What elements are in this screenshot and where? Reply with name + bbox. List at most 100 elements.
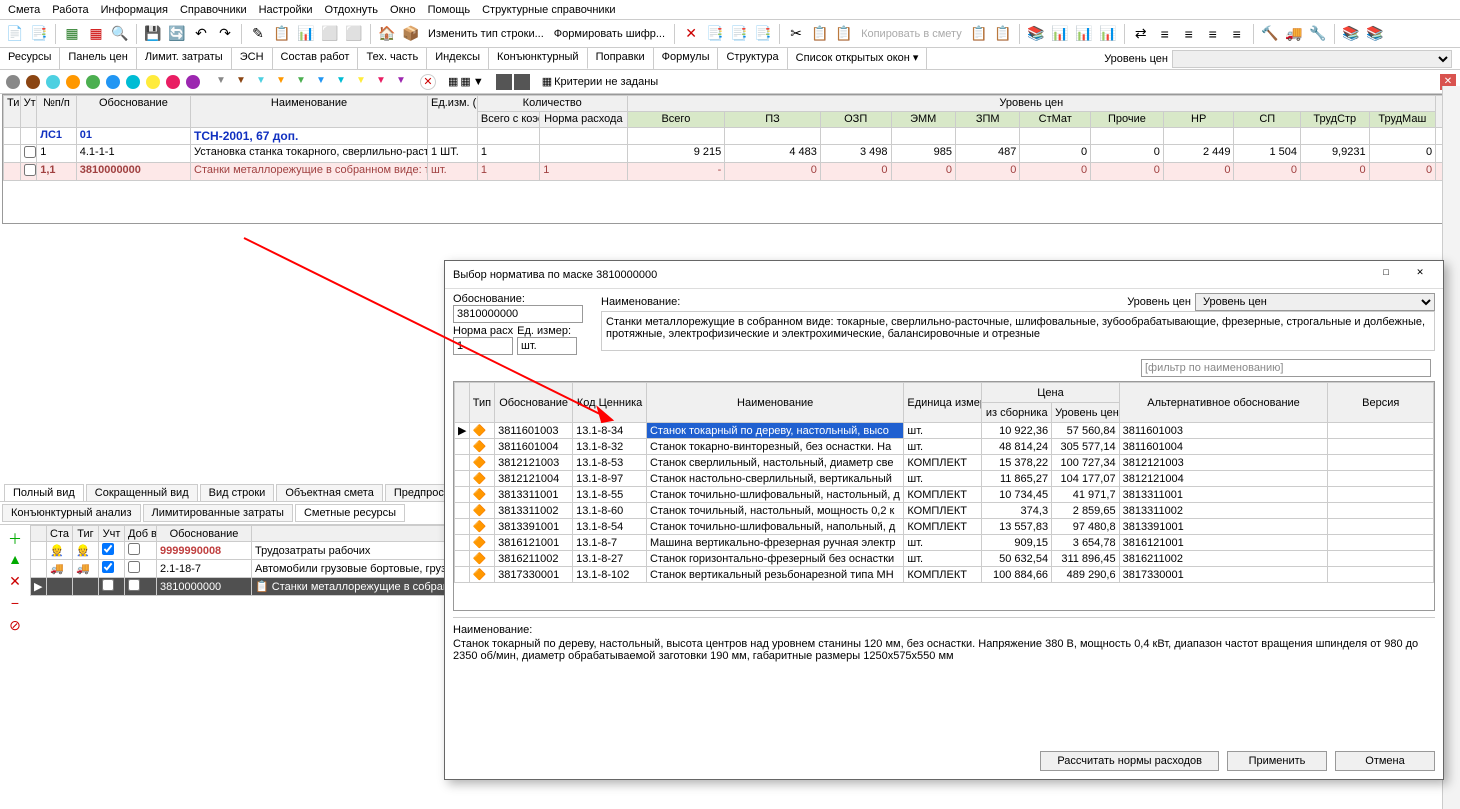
tab-limit[interactable]: Лимит. затраты	[137, 48, 232, 69]
dlg-filter-input[interactable]	[1141, 359, 1431, 377]
tab-formuly[interactable]: Формулы	[654, 48, 719, 69]
viewtab-short[interactable]: Сокращенный вид	[86, 484, 198, 501]
menu-rest[interactable]: Отдохнуть	[325, 4, 379, 16]
subtab-resources[interactable]: Сметные ресурсы	[295, 504, 405, 522]
color-circle[interactable]	[106, 75, 120, 89]
tb-icon-excel[interactable]: ▦	[61, 23, 83, 45]
hdr-ut[interactable]: Ут	[20, 96, 37, 128]
tb-icon-book[interactable]: 📚	[1025, 23, 1047, 45]
dlg-ed-input[interactable]	[517, 337, 577, 355]
tb-icon-p[interactable]: ⇄	[1130, 23, 1152, 45]
tb-change-type[interactable]: Изменить тип строки...	[424, 28, 548, 40]
menu-smeta[interactable]: Смета	[8, 4, 40, 16]
tb-copy-to-smeta[interactable]: Копировать в смету	[857, 28, 966, 40]
dlg-row[interactable]: 🔶381212100313.1-8-53Станок сверлильный, …	[455, 455, 1434, 471]
hdr-vsego-s[interactable]: Всего с коэф.	[477, 112, 539, 128]
tb-icon-k[interactable]: 📋	[968, 23, 990, 45]
main-grid[interactable]: Ти Ут №п/п Обоснование Наименование Ед.и…	[2, 94, 1458, 224]
dlg-row[interactable]: 🔶381212100413.1-8-97Станок настольно-све…	[455, 471, 1434, 487]
res-stop-icon[interactable]: ⊘	[6, 617, 24, 635]
criteria-icon[interactable]: ▦	[542, 75, 552, 88]
hdr-sp[interactable]: СП	[1234, 112, 1301, 128]
tb-icon-undo[interactable]: ↶	[190, 23, 212, 45]
viewtab-full[interactable]: Полный вид	[4, 484, 84, 501]
hdr-qty[interactable]: Количество	[477, 96, 627, 112]
tb-icon-t[interactable]: ≡	[1226, 23, 1248, 45]
dlg-cancel-button[interactable]: Отмена	[1335, 751, 1435, 771]
tab-struct[interactable]: Структура	[718, 48, 787, 69]
hdr-pz[interactable]: ПЗ	[725, 112, 821, 128]
hdr-nr[interactable]: НР	[1163, 112, 1234, 128]
tb-icon-n[interactable]: 📊	[1073, 23, 1095, 45]
view-icon-1[interactable]: ▦	[448, 75, 458, 88]
filter-funnel[interactable]: ▼	[234, 75, 248, 89]
tb-icon-c[interactable]: 📊	[295, 23, 317, 45]
color-circle[interactable]	[6, 75, 20, 89]
dialog-close-button[interactable]: ✕	[1405, 265, 1435, 285]
color-circle[interactable]	[166, 75, 180, 89]
tb-icon-x[interactable]: 📚	[1340, 23, 1362, 45]
tb-icon-paste[interactable]: 📋	[833, 23, 855, 45]
color-circle[interactable]	[86, 75, 100, 89]
dlghdr-ed[interactable]: Единица измерения	[904, 383, 982, 423]
dlg-norma-input[interactable]	[453, 337, 513, 355]
level-dropdown[interactable]	[1172, 50, 1452, 68]
filter-funnel[interactable]: ▼	[314, 75, 328, 89]
dlghdr-ver[interactable]: Версия	[1328, 383, 1434, 423]
tb-icon-copy[interactable]: 📋	[809, 23, 831, 45]
dlghdr-name[interactable]: Наименование	[646, 383, 903, 423]
res-minus-icon[interactable]: −	[6, 595, 24, 613]
reshdr-ucht[interactable]: Учт	[99, 526, 125, 542]
filter-funnel[interactable]: ▼	[274, 75, 288, 89]
tb-icon-o[interactable]: 📊	[1097, 23, 1119, 45]
tab-sostav[interactable]: Состав работ	[273, 48, 359, 69]
tb-icon-r[interactable]: ≡	[1178, 23, 1200, 45]
subtab-limit[interactable]: Лимитированные затраты	[143, 504, 293, 522]
tb-icon-cut[interactable]: ✂	[785, 23, 807, 45]
hdr-ti[interactable]: Ти	[4, 96, 21, 128]
menu-window[interactable]: Окно	[390, 4, 416, 16]
dlghdr-osn[interactable]: Обоснование	[495, 383, 573, 423]
hdr-zpm[interactable]: ЗПМ	[955, 112, 1019, 128]
view-icon-3[interactable]: ▼	[473, 76, 484, 88]
hdr-emm[interactable]: ЭММ	[891, 112, 955, 128]
menu-sprav[interactable]: Справочники	[180, 4, 247, 16]
tab-konjunktur[interactable]: Конъюнктурный	[489, 48, 588, 69]
tb-icon-pdf[interactable]: ▦	[85, 23, 107, 45]
tab-resources[interactable]: Ресурсы	[0, 48, 60, 69]
color-circle[interactable]	[186, 75, 200, 89]
dlghdr-tip[interactable]: Тип	[469, 383, 494, 423]
color-circle[interactable]	[66, 75, 80, 89]
menu-struct[interactable]: Структурные справочники	[482, 4, 615, 16]
color-circle[interactable]	[146, 75, 160, 89]
hdr-ed[interactable]: Ед.изм. (краткая)	[428, 96, 478, 128]
dlghdr-alt[interactable]: Альтернативное обоснование	[1119, 383, 1328, 423]
dlg-apply-button[interactable]: Применить	[1227, 751, 1327, 771]
dlg-row[interactable]: 🔶381339100113.1-8-54Станок точильно-шлиф…	[455, 519, 1434, 535]
filter-funnel[interactable]: ▼	[374, 75, 388, 89]
tb-icon-b[interactable]: 📋	[271, 23, 293, 45]
dark-icon-2[interactable]	[514, 74, 530, 90]
reshdr-osn[interactable]: Обоснование	[157, 526, 252, 542]
hdr-ozp[interactable]: ОЗП	[820, 112, 891, 128]
filter-funnel[interactable]: ▼	[354, 75, 368, 89]
grid-row[interactable]: ЛС101ТСН-2001, 67 доп.	[4, 128, 1457, 145]
tb-icon-g[interactable]: 📦	[400, 23, 422, 45]
dlg-row[interactable]: 🔶381621100213.1-8-27Станок горизонтально…	[455, 551, 1434, 567]
filter-funnel[interactable]: ▼	[394, 75, 408, 89]
side-panel[interactable]	[1442, 86, 1460, 809]
tb-icon-w[interactable]: 🔧	[1307, 23, 1329, 45]
filter-funnel[interactable]: ▼	[254, 75, 268, 89]
color-circle[interactable]	[126, 75, 140, 89]
tb-icon-l[interactable]: 📋	[992, 23, 1014, 45]
color-circle[interactable]	[46, 75, 60, 89]
tb-icon-redo[interactable]: ↷	[214, 23, 236, 45]
grid-row[interactable]: 1,13810000000Станки металлорежущие в соб…	[4, 163, 1457, 181]
hdr-vsego[interactable]: Всего	[627, 112, 725, 128]
filter-funnel[interactable]: ▼	[334, 75, 348, 89]
reshdr-tig[interactable]: Тиг	[73, 526, 99, 542]
hdr-stmat[interactable]: СтМат	[1020, 112, 1091, 128]
subtab-analysis[interactable]: Конъюнктурный анализ	[2, 504, 141, 522]
dlg-row[interactable]: 🔶381612100113.1-8-7Машина вертикально-фр…	[455, 535, 1434, 551]
res-add-icon[interactable]: ＋	[6, 529, 24, 547]
